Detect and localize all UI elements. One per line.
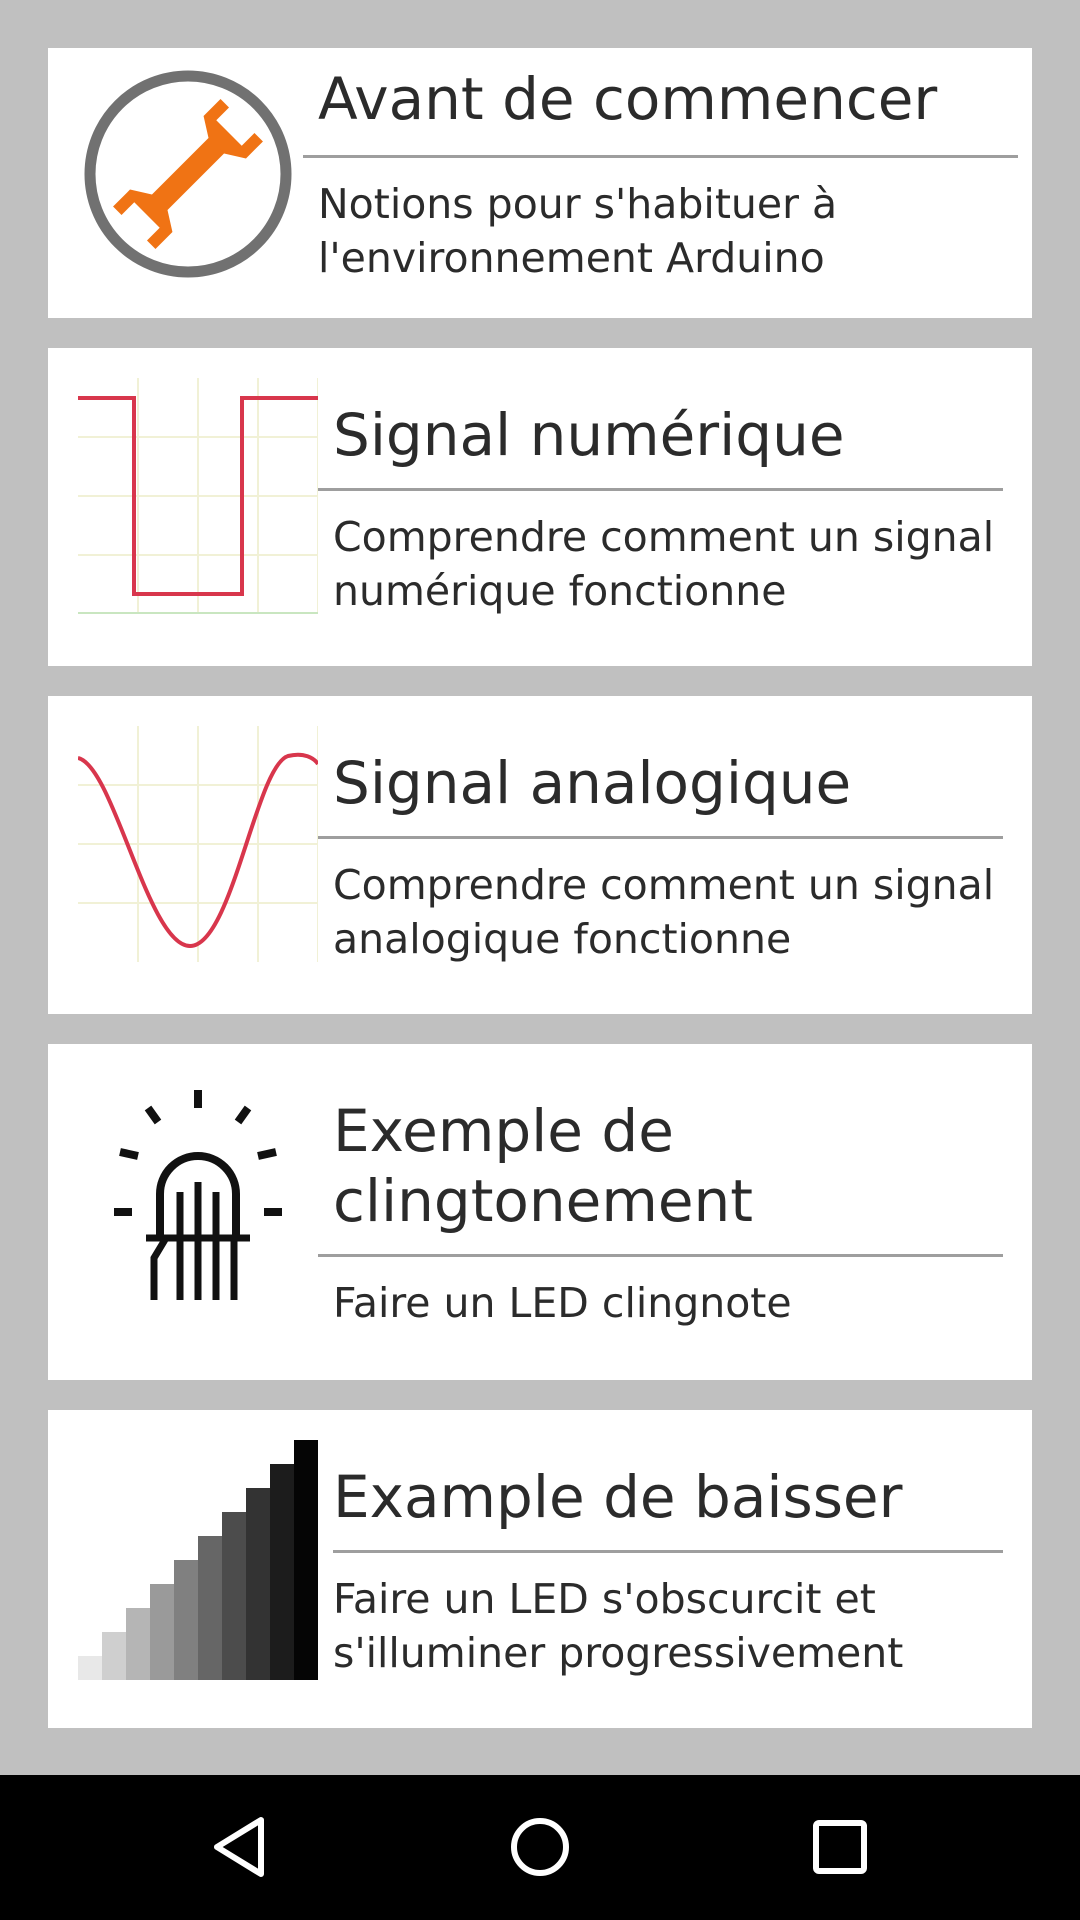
lesson-title: Exemple de clingtonement [333, 1097, 754, 1235]
sine-wave-icon [77, 726, 320, 962]
square-wave-icon [78, 378, 319, 614]
divider [318, 488, 1003, 491]
lesson-card-baisser[interactable]: Example de baisser Faire un LED s'obscur… [48, 1410, 1032, 1728]
lesson-description: Comprendre comment un signal numérique f… [333, 513, 995, 615]
lesson-title: Signal numérique [333, 401, 845, 469]
wrench-icon [78, 58, 298, 278]
lesson-card-clignotement[interactable]: Exemple de clingtonement Faire un LED cl… [48, 1044, 1032, 1380]
lesson-description: Faire un LED s'obscurcit et s'illuminer … [333, 1575, 904, 1677]
lesson-description: Faire un LED clingnote [333, 1279, 792, 1327]
lesson-title: Example de baisser [333, 1463, 903, 1531]
home-icon[interactable] [490, 1797, 590, 1897]
recents-icon[interactable] [790, 1797, 890, 1897]
blinking-led-icon [108, 1086, 288, 1306]
lesson-card-signal-numerique[interactable]: Signal numérique Comprendre comment un s… [48, 348, 1032, 666]
back-icon[interactable] [190, 1797, 290, 1897]
fade-gradient-icon [78, 1440, 318, 1680]
lesson-title: Avant de commencer [318, 65, 938, 133]
lesson-list-screen: Avant de commencer Notions pour s'habitu… [0, 0, 1080, 1920]
divider [303, 155, 1018, 158]
divider [318, 836, 1003, 839]
divider [333, 1550, 1003, 1553]
navigation-bar [0, 1775, 1080, 1920]
lesson-description: Notions pour s'habituer à l'environnemen… [318, 180, 838, 282]
lesson-description: Comprendre comment un signal analogique … [333, 861, 995, 963]
lesson-card-signal-analogique[interactable]: Signal analogique Comprendre comment un … [48, 696, 1032, 1014]
divider [318, 1254, 1003, 1257]
lesson-card-avant-de-commencer[interactable]: Avant de commencer Notions pour s'habitu… [48, 48, 1032, 318]
lesson-title: Signal analogique [333, 749, 852, 817]
